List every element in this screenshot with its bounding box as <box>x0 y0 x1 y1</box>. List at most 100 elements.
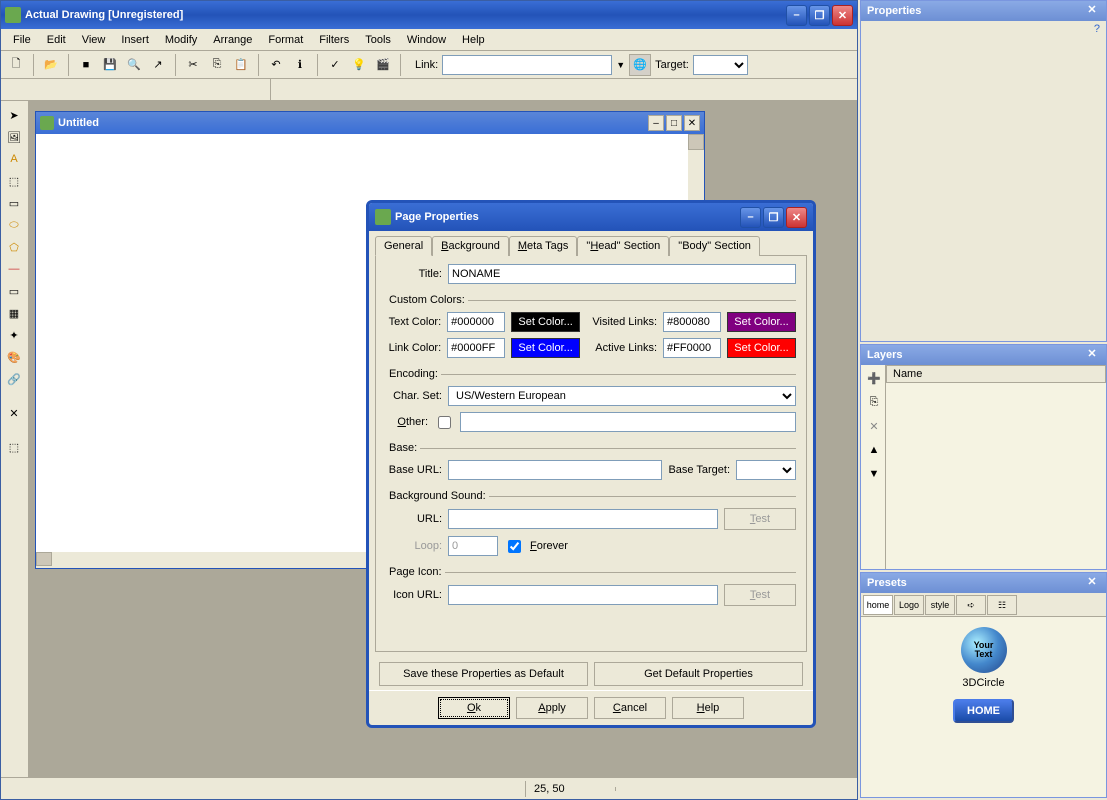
link-color-button[interactable]: Set Color... <box>511 338 580 358</box>
print-preview-icon[interactable]: 🔍 <box>123 54 145 76</box>
effect-tool-icon[interactable]: ✦ <box>3 325 25 345</box>
other-checkbox[interactable] <box>438 416 451 429</box>
bulb-icon[interactable]: 💡 <box>348 54 370 76</box>
menu-insert[interactable]: Insert <box>113 32 157 48</box>
help-button[interactable]: Help <box>672 697 744 719</box>
shape-tool-icon[interactable]: ▭ <box>3 193 25 213</box>
doc-minimize-button[interactable]: – <box>648 115 664 131</box>
layers-column-name[interactable]: Name <box>886 365 1106 383</box>
polygon-tool-icon[interactable]: ⬠ <box>3 237 25 257</box>
globe-icon[interactable]: 🌐 <box>629 54 651 76</box>
tab-head[interactable]: "Head" Section <box>577 236 669 256</box>
text-color-input[interactable] <box>447 312 505 332</box>
menu-arrange[interactable]: Arrange <box>205 32 260 48</box>
document-titlebar[interactable]: Untitled – □ ✕ <box>36 112 704 134</box>
menu-edit[interactable]: Edit <box>39 32 74 48</box>
layers-close-icon[interactable]: ✕ <box>1084 347 1100 363</box>
charset-select[interactable]: US/Western European <box>448 386 796 406</box>
minimize-button[interactable]: – <box>786 5 807 26</box>
dialog-minimize-button[interactable]: – <box>740 207 761 228</box>
menu-modify[interactable]: Modify <box>157 32 205 48</box>
pointer-tool-icon[interactable]: ➤ <box>3 105 25 125</box>
delete-tool-icon[interactable]: ✕ <box>3 403 25 423</box>
visited-links-button[interactable]: Set Color... <box>727 312 796 332</box>
other-input[interactable] <box>460 412 796 432</box>
menu-format[interactable]: Format <box>260 32 311 48</box>
cut-icon[interactable]: ✂ <box>182 54 204 76</box>
layer-add-icon[interactable]: ➕ <box>865 369 883 387</box>
preset-tab-home[interactable]: home <box>863 595 893 615</box>
cancel-button[interactable]: Cancel <box>594 697 666 719</box>
info-icon[interactable]: ℹ <box>289 54 311 76</box>
ellipse-tool-icon[interactable]: ⬭ <box>3 215 25 235</box>
preset-home[interactable]: HOME <box>861 699 1106 723</box>
open-icon[interactable]: 📂 <box>40 54 62 76</box>
image-tool-icon[interactable]: 🖼 <box>3 127 25 147</box>
maximize-button[interactable]: ❐ <box>809 5 830 26</box>
preset-tab-logo[interactable]: Logo <box>894 595 924 615</box>
close-button[interactable]: ✕ <box>832 5 853 26</box>
table-tool-icon[interactable]: ▦ <box>3 303 25 323</box>
icon-url-input[interactable] <box>448 585 718 605</box>
layer-up-icon[interactable]: ▲ <box>865 441 883 459</box>
tab-background[interactable]: Background <box>432 236 509 256</box>
sound-url-input[interactable] <box>448 509 718 529</box>
form-tool-icon[interactable]: ⬚ <box>3 171 25 191</box>
menu-view[interactable]: View <box>74 32 114 48</box>
target-select[interactable] <box>693 55 748 75</box>
title-input[interactable] <box>448 264 796 284</box>
dialog-titlebar[interactable]: Page Properties – ❐ ✕ <box>369 203 813 231</box>
line-tool-icon[interactable]: — <box>3 259 25 279</box>
layer-dup-icon[interactable]: ⎘ <box>865 393 883 411</box>
preset-tab-grid[interactable]: ☷ <box>987 595 1017 615</box>
properties-help-icon[interactable]: ? <box>861 21 1106 37</box>
paint-tool-icon[interactable]: 🎨 <box>3 347 25 367</box>
new-icon[interactable]: 🗋 <box>5 54 27 76</box>
active-links-button[interactable]: Set Color... <box>727 338 796 358</box>
link-color-input[interactable] <box>447 338 505 358</box>
menu-tools[interactable]: Tools <box>357 32 399 48</box>
text-color-button[interactable]: Set Color... <box>511 312 580 332</box>
base-target-select[interactable] <box>736 460 796 480</box>
preset-3dcircle[interactable]: YourText 3DCircle <box>861 627 1106 689</box>
dialog-maximize-button[interactable]: ❐ <box>763 207 784 228</box>
get-default-button[interactable]: Get Default Properties <box>594 662 803 686</box>
title-bar[interactable]: Actual Drawing [Unregistered] – ❐ ✕ <box>1 1 857 29</box>
base-url-input[interactable] <box>448 460 662 480</box>
layer-tool-icon[interactable]: ⬚ <box>3 437 25 457</box>
menu-window[interactable]: Window <box>399 32 454 48</box>
layer-down-icon[interactable]: ▼ <box>865 465 883 483</box>
button-tool-icon[interactable]: ▭ <box>3 281 25 301</box>
export-icon[interactable]: ↗ <box>147 54 169 76</box>
properties-close-icon[interactable]: ✕ <box>1084 3 1100 19</box>
forever-checkbox[interactable] <box>508 540 521 553</box>
presets-close-icon[interactable]: ✕ <box>1084 575 1100 591</box>
spellcheck-icon[interactable]: ✓ <box>324 54 346 76</box>
undo-icon[interactable]: ↶ <box>265 54 287 76</box>
doc-close-button[interactable]: ✕ <box>684 115 700 131</box>
copy-icon[interactable]: ⎘ <box>206 54 228 76</box>
doc-maximize-button[interactable]: □ <box>666 115 682 131</box>
layer-delete-icon[interactable]: ✕ <box>865 417 883 435</box>
stop-icon[interactable]: ■ <box>75 54 97 76</box>
apply-button[interactable]: Apply <box>516 697 588 719</box>
menu-file[interactable]: File <box>5 32 39 48</box>
ok-button[interactable]: Ok <box>438 697 510 719</box>
visited-links-input[interactable] <box>663 312 721 332</box>
save-default-button[interactable]: Save these Properties as Default <box>379 662 588 686</box>
preset-tab-style[interactable]: style <box>925 595 955 615</box>
preset-tab-arrow[interactable]: ➪ <box>956 595 986 615</box>
tab-general[interactable]: General <box>375 236 432 256</box>
link-tool-icon[interactable]: 🔗 <box>3 369 25 389</box>
film-icon[interactable]: 🎬 <box>372 54 394 76</box>
dialog-close-button[interactable]: ✕ <box>786 207 807 228</box>
tab-metatags[interactable]: Meta Tags <box>509 236 578 256</box>
link-input[interactable] <box>442 55 612 75</box>
menu-filters[interactable]: Filters <box>311 32 357 48</box>
save-icon[interactable]: 💾 <box>99 54 121 76</box>
menu-help[interactable]: Help <box>454 32 493 48</box>
paste-icon[interactable]: 📋 <box>230 54 252 76</box>
tab-body[interactable]: "Body" Section <box>669 236 760 256</box>
active-links-input[interactable] <box>663 338 721 358</box>
text-tool-icon[interactable]: A <box>3 149 25 169</box>
